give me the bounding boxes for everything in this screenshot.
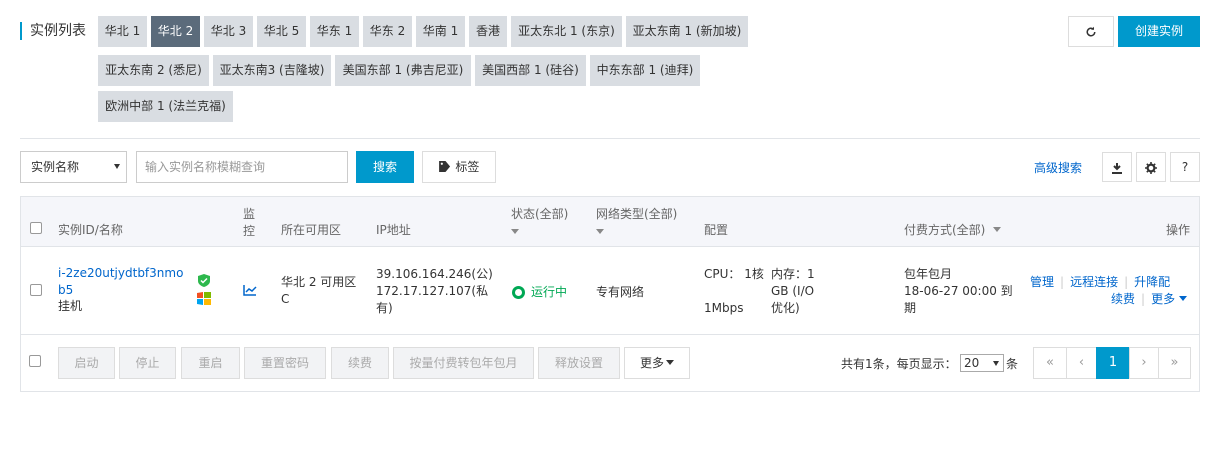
- reset-password-button[interactable]: 重置密码: [244, 347, 326, 379]
- instance-id-link[interactable]: i-2ze20utjydtbf3nmob5: [58, 265, 188, 299]
- settings-button[interactable]: [1136, 152, 1166, 182]
- start-button[interactable]: 启动: [58, 347, 115, 379]
- caret-down-icon: [1178, 296, 1187, 301]
- header-status: 状态(全部): [511, 207, 569, 221]
- header-id-name: 实例ID/名称: [58, 223, 123, 237]
- header-config: 配置: [704, 223, 729, 237]
- release-settings-button[interactable]: 释放设置: [538, 347, 620, 379]
- more-actions-link[interactable]: 更多: [1151, 292, 1187, 306]
- page-size-select[interactable]: 20: [960, 354, 1004, 372]
- region-tab[interactable]: 欧洲中部 1 (法兰克福): [98, 91, 233, 122]
- search-field-select[interactable]: 实例名称: [20, 151, 127, 183]
- gear-icon: [1145, 161, 1157, 174]
- region-tab[interactable]: 亚太东南 1 (新加坡): [626, 16, 748, 47]
- region-tab[interactable]: 华北 5: [257, 16, 306, 47]
- billing-expire: 18-06-27 00:00 到期: [904, 284, 1013, 315]
- running-status-icon: [512, 286, 525, 299]
- status-running: 运行中: [531, 285, 568, 299]
- prev-page-button[interactable]: ‹: [1066, 347, 1097, 379]
- page-size-unit: 条: [1006, 357, 1019, 371]
- region-tab[interactable]: 香港: [469, 16, 507, 47]
- page-1-button[interactable]: 1: [1096, 347, 1130, 379]
- region-tab[interactable]: 华南 1: [416, 16, 465, 47]
- row-divider: [21, 334, 1199, 335]
- region-tab[interactable]: 华北 3: [204, 16, 253, 47]
- region-tab[interactable]: 美国西部 1 (硅谷): [475, 55, 586, 86]
- caret-down-icon: [511, 229, 519, 234]
- header-ip: IP地址: [376, 223, 411, 237]
- tag-button[interactable]: 标签: [422, 151, 496, 183]
- caret-down-icon: [596, 229, 604, 234]
- export-icon: [1112, 162, 1122, 174]
- footer-select-all-checkbox[interactable]: [29, 355, 41, 367]
- region-tab-active[interactable]: 华北 2: [151, 16, 200, 47]
- header-billing-filter[interactable]: 付费方式(全部): [904, 222, 1002, 238]
- export-button[interactable]: [1102, 152, 1132, 182]
- shield-icon: [198, 274, 210, 290]
- more-batch-label: 更多: [639, 356, 664, 370]
- renew-button[interactable]: 续费: [331, 347, 389, 379]
- search-button[interactable]: 搜索: [356, 151, 414, 183]
- header-actions: 操作: [1166, 223, 1191, 237]
- help-button[interactable]: ?: [1170, 152, 1200, 182]
- upgrade-link[interactable]: 升降配: [1134, 275, 1170, 289]
- region-tab[interactable]: 华东 1: [310, 16, 359, 47]
- divider: [20, 138, 1200, 139]
- caret-down-icon: [114, 164, 120, 169]
- tag-icon: [438, 161, 450, 172]
- first-page-button[interactable]: «: [1033, 347, 1067, 379]
- region-tab[interactable]: 中东东部 1 (迪拜): [590, 55, 700, 86]
- header-status-filter[interactable]: 状态(全部): [511, 206, 568, 238]
- instance-zone: 华北 2 可用区 C: [281, 275, 357, 306]
- page-size-value: 20: [964, 356, 980, 370]
- caret-down-icon: [993, 227, 1002, 232]
- row-actions-line1: 管理 | 远程连接 | 升降配: [1030, 275, 1171, 289]
- search-input[interactable]: [136, 151, 348, 183]
- select-all-checkbox[interactable]: [30, 222, 42, 234]
- instance-config-bandwidth: 1Mbps: [704, 301, 744, 315]
- region-tab[interactable]: 华东 2: [363, 16, 412, 47]
- region-tab[interactable]: 亚太东南3 (吉隆坡): [213, 55, 331, 86]
- total-count-text: 共有1条，每页显示：: [841, 357, 957, 371]
- restart-button[interactable]: 重启: [181, 347, 240, 379]
- tag-button-label: 标签: [455, 160, 480, 174]
- table-header: 实例ID/名称 监控 所在可用区 IP地址 状态(全部) 网络类型(全部) 配置…: [21, 197, 1199, 247]
- instance-network-type: 专有网络: [596, 285, 645, 299]
- instance-private-ip: 172.17.127.107(私有): [376, 284, 489, 315]
- last-page-button[interactable]: »: [1158, 347, 1191, 379]
- header-billing: 付费方式(全部): [904, 223, 986, 237]
- region-tab[interactable]: 华北 1: [98, 16, 147, 47]
- billing-type: 包年包月: [904, 267, 953, 281]
- header-zone: 所在可用区: [281, 223, 342, 237]
- windows-icon: [197, 291, 211, 308]
- remote-connect-link[interactable]: 远程连接: [1070, 275, 1118, 289]
- header-network-filter[interactable]: 网络类型(全部): [596, 206, 677, 238]
- page-title: 实例列表: [20, 22, 86, 40]
- row-actions-line2: 续费 | 更多: [1111, 291, 1187, 308]
- caret-down-icon: [993, 361, 999, 366]
- refresh-button[interactable]: [1068, 16, 1114, 47]
- create-instance-button[interactable]: 创建实例: [1118, 16, 1200, 47]
- caret-down-icon: [666, 360, 674, 365]
- search-field-label: 实例名称: [31, 160, 80, 174]
- header-network: 网络类型(全部): [596, 207, 678, 221]
- manage-link[interactable]: 管理: [1030, 275, 1054, 289]
- header-monitor: 监控: [243, 207, 256, 238]
- stop-button[interactable]: 停止: [119, 347, 176, 379]
- monitor-chart-icon[interactable]: [243, 284, 257, 299]
- refresh-icon: [1086, 26, 1096, 36]
- instance-public-ip: 39.106.164.246(公): [376, 267, 493, 281]
- more-batch-button[interactable]: 更多: [624, 347, 690, 379]
- advanced-search-link[interactable]: 高级搜索: [1034, 159, 1082, 176]
- region-tab[interactable]: 美国东部 1 (弗吉尼亚): [335, 55, 471, 86]
- row-checkbox[interactable]: [30, 284, 42, 296]
- region-tab[interactable]: 亚太东北 1 (东京): [511, 16, 622, 47]
- convert-billing-button[interactable]: 按量付费转包年包月: [393, 347, 534, 379]
- renew-link[interactable]: 续费: [1111, 292, 1135, 306]
- instance-name: 挂机: [58, 299, 83, 313]
- next-page-button[interactable]: ›: [1129, 347, 1159, 379]
- more-actions-label: 更多: [1151, 292, 1176, 306]
- region-tab[interactable]: 亚太东南 2 (悉尼): [98, 55, 209, 86]
